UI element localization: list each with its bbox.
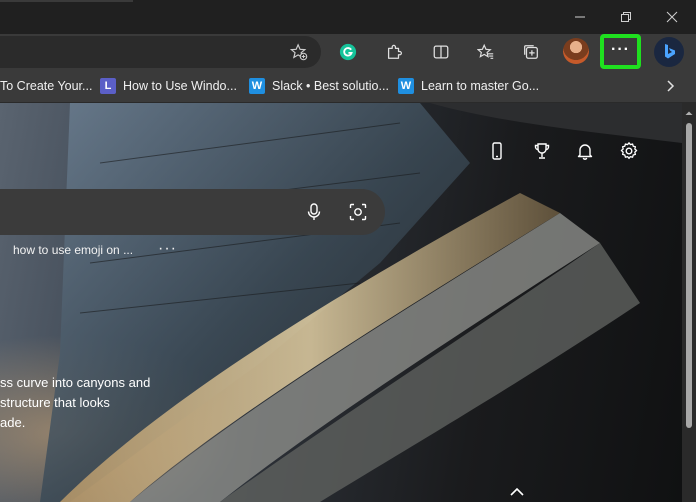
vertical-scrollbar[interactable] — [682, 103, 696, 502]
favorite-label: Learn to master Go... — [421, 79, 540, 93]
chevron-right-icon — [667, 80, 675, 92]
favicon-l-icon: L — [100, 78, 116, 94]
collections-icon — [524, 45, 538, 59]
caption-line-3: ade. — [0, 415, 26, 430]
grammarly-button[interactable] — [334, 38, 362, 66]
favorite-label: Slack • Best solutio... — [272, 79, 389, 93]
title-bar — [0, 0, 696, 34]
trophy-icon — [534, 143, 550, 159]
caption-line-2: structure that looks — [0, 395, 110, 410]
favicon-w-icon: W — [398, 78, 414, 94]
notifications-button[interactable] — [573, 139, 597, 163]
restore-button[interactable] — [603, 0, 649, 34]
favorite-item-4[interactable]: W Learn to master Go... — [398, 70, 539, 102]
add-favorite-button[interactable] — [285, 38, 313, 66]
grammarly-icon — [339, 43, 357, 61]
close-button[interactable] — [649, 0, 695, 34]
more-options-icon: ··· — [611, 41, 630, 58]
favorites-icon — [477, 43, 494, 59]
gear-icon — [620, 142, 638, 160]
more-options-button[interactable]: ··· — [600, 34, 641, 69]
tab-strip-edge — [0, 0, 133, 2]
browser-toolbar — [0, 34, 696, 70]
recent-search-more-button[interactable]: ··· — [158, 240, 177, 258]
scroll-up-arrow-icon[interactable] — [682, 106, 696, 120]
restore-icon — [621, 12, 631, 22]
favorite-item-2[interactable]: L How to Use Windo... — [100, 70, 237, 102]
minimize-button[interactable] — [557, 0, 603, 34]
close-icon — [666, 11, 678, 23]
microphone-icon — [307, 203, 321, 220]
caption-line-1: ss curve into canyons and — [0, 375, 151, 390]
visual-search-icon — [349, 203, 367, 221]
favorite-label: To Create Your... — [0, 79, 93, 93]
bing-copilot-icon — [665, 44, 675, 59]
favorites-bar: To Create Your... L How to Use Windo... … — [0, 70, 696, 103]
favorite-item-3[interactable]: W Slack • Best solutio... — [249, 70, 389, 102]
extensions-button[interactable] — [380, 38, 408, 66]
image-caption[interactable]: ss curve into canyons and structure that… — [0, 373, 200, 433]
bing-copilot-button[interactable] — [654, 37, 684, 67]
add-favorite-icon — [290, 43, 308, 61]
minimize-icon — [575, 16, 585, 18]
favorite-label: How to Use Windo... — [123, 79, 237, 93]
address-bar[interactable] — [0, 36, 321, 68]
favicon-w-icon: W — [249, 78, 265, 94]
web-search-box[interactable] — [0, 189, 385, 235]
chevron-up-icon[interactable] — [508, 485, 526, 499]
phone-icon — [492, 142, 502, 160]
bell-icon — [577, 144, 593, 160]
extensions-icon — [387, 44, 402, 59]
profile-avatar[interactable] — [563, 38, 589, 64]
recent-search-item[interactable]: how to use emoji on ... — [13, 243, 133, 257]
voice-search-button[interactable] — [302, 200, 326, 224]
new-tab-page: how to use emoji on ... ··· ss curve int… — [0, 103, 682, 502]
rewards-button[interactable] — [530, 139, 554, 163]
collections-button[interactable] — [517, 38, 545, 66]
favorite-item-1[interactable]: To Create Your... — [0, 70, 92, 102]
visual-search-button[interactable] — [346, 200, 370, 224]
favorites-overflow-button[interactable] — [664, 70, 676, 102]
split-screen-icon — [433, 45, 449, 59]
scrollbar-thumb[interactable] — [686, 123, 692, 428]
page-settings-button[interactable] — [617, 139, 641, 163]
phone-button[interactable] — [485, 139, 509, 163]
favorites-button[interactable] — [472, 38, 500, 66]
split-screen-button[interactable] — [427, 38, 455, 66]
